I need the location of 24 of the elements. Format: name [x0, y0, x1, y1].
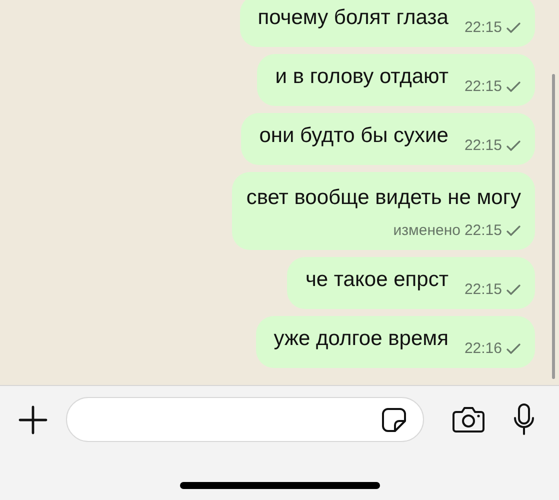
message-bubble[interactable]: свет вообще видеть не могу изменено 22:15 — [232, 172, 535, 250]
message-bubble[interactable]: они будто бы сухие 22:15 — [241, 113, 535, 165]
microphone-icon[interactable] — [513, 403, 535, 436]
message-text: свет вообще видеть не могу — [246, 185, 521, 211]
message-bubble[interactable]: уже долгое время 22:16 — [256, 316, 535, 368]
message-text: они будто бы сухие — [259, 123, 448, 150]
sticker-icon[interactable] — [381, 406, 407, 432]
camera-icon[interactable] — [452, 406, 485, 433]
message-time: 22:16 — [464, 338, 502, 359]
message-text: че такое епрст — [305, 267, 448, 294]
message-text: почему болят глаза — [258, 5, 448, 32]
message-bubble[interactable]: че такое епрст 22:15 — [287, 257, 535, 309]
add-button[interactable] — [18, 404, 48, 434]
message-text: уже долгое время — [274, 326, 448, 352]
message-input[interactable] — [66, 397, 424, 442]
message-time: 22:15 — [464, 220, 502, 240]
message-text: и в голову отдают — [275, 64, 448, 90]
message-bubble[interactable]: и в голову отдают 22:15 — [257, 54, 535, 106]
message-time: 22:15 — [464, 280, 502, 300]
message-time: 22:15 — [464, 136, 502, 156]
message-time: 22:15 — [464, 18, 502, 38]
message-time: 22:15 — [464, 76, 502, 97]
message-bubble[interactable]: почему болят глаза 22:15 — [240, 0, 535, 47]
edited-label: изменено — [393, 220, 460, 240]
